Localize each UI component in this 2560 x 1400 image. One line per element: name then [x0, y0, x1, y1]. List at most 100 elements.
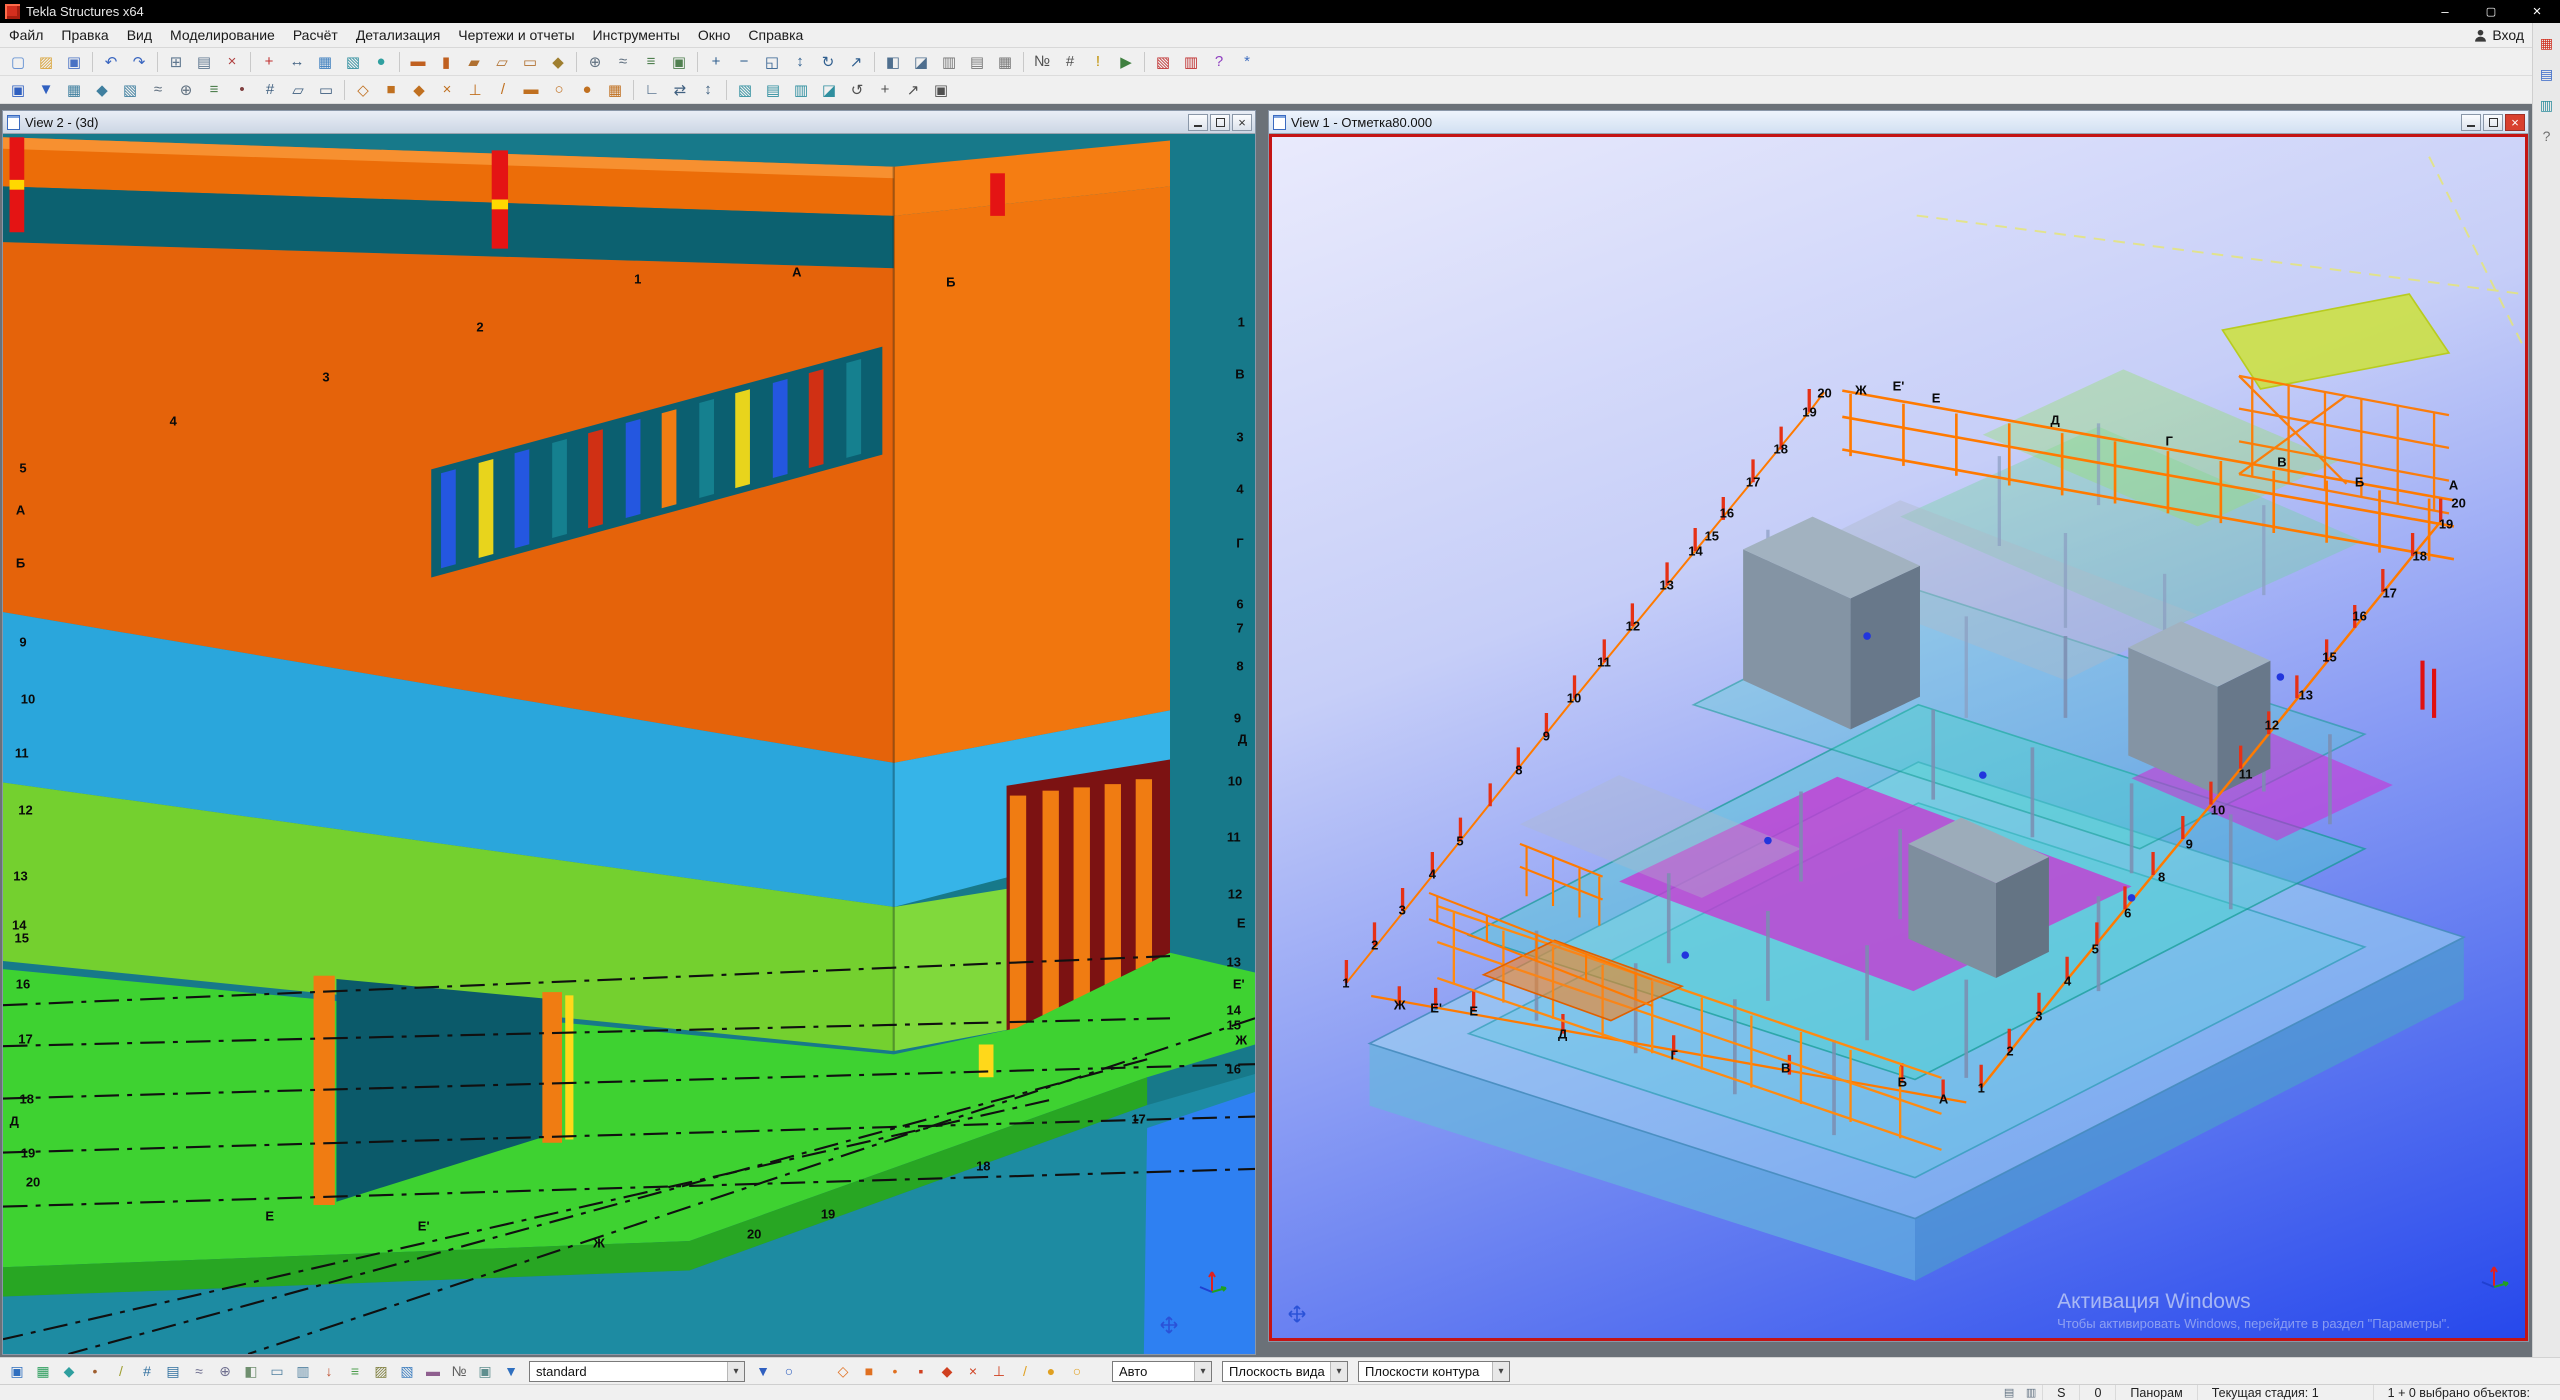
select-components-icon[interactable]: ◆: [89, 77, 115, 103]
view-plane-combo[interactable]: Плоскость вида ▾: [1222, 1361, 1348, 1382]
select-phases-icon[interactable]: №: [447, 1359, 471, 1383]
create-weld-icon[interactable]: ≈: [610, 49, 636, 75]
work-plane-handler-icon[interactable]: ◪: [816, 77, 842, 103]
window-close-button[interactable]: [2514, 0, 2560, 23]
smart-select-icon[interactable]: ▣: [928, 77, 954, 103]
create-beam-icon[interactable]: ▬: [405, 49, 431, 75]
menu-справка[interactable]: Справка: [739, 23, 812, 47]
window-maximize-button[interactable]: [2468, 0, 2514, 23]
clip-plane-icon[interactable]: ◧: [880, 49, 906, 75]
snap-perpendicular-icon[interactable]: ⊥: [987, 1359, 1011, 1383]
properties-pane-icon[interactable]: ▥: [2535, 93, 2559, 117]
create-view-icon[interactable]: ▧: [340, 49, 366, 75]
snap-intersections-icon[interactable]: ×: [434, 77, 460, 103]
select-planes-icon[interactable]: ▱: [285, 77, 311, 103]
paste-icon[interactable]: ▤: [191, 49, 217, 75]
snap-nearest-points-icon[interactable]: •: [883, 1359, 907, 1383]
rotate-view-icon[interactable]: ↻: [815, 49, 841, 75]
snap-endpoints-icon[interactable]: ■: [378, 77, 404, 103]
origin-symbol-icon[interactable]: +: [872, 77, 898, 103]
login-button[interactable]: Вход: [2474, 27, 2532, 43]
snap-free-icon[interactable]: ○: [1065, 1359, 1089, 1383]
select-loads-icon[interactable]: ↓: [317, 1359, 341, 1383]
xy-lock-icon[interactable]: ⇄: [667, 77, 693, 103]
view2-canvas[interactable]: 231АБ45АБ9101112131415161718Д19201В34Г67…: [3, 134, 1255, 1354]
snap-settings-icon[interactable]: ○: [777, 1359, 801, 1383]
copy-icon[interactable]: ⊞: [163, 49, 189, 75]
app-titlebar[interactable]: Tekla Structures x64: [0, 0, 2560, 23]
select-components-icon[interactable]: ◆: [57, 1359, 81, 1383]
coordinate-toggle-icon[interactable]: ↺: [844, 77, 870, 103]
report-icon[interactable]: ▦: [992, 49, 1018, 75]
fit-work-area-icon[interactable]: ◱: [759, 49, 785, 75]
snap-reference-icon[interactable]: ◇: [350, 77, 376, 103]
organizer-icon[interactable]: ▥: [1178, 49, 1204, 75]
inquiry-icon[interactable]: ?: [1206, 49, 1232, 75]
snap-perpendicular-icon[interactable]: ⊥: [462, 77, 488, 103]
drawing-list-icon[interactable]: ▤: [964, 49, 990, 75]
select-bolts-icon[interactable]: ⊕: [213, 1359, 237, 1383]
menu-чертежи-и-отчеты[interactable]: Чертежи и отчеты: [449, 23, 583, 47]
select-rebar-icon[interactable]: ≡: [343, 1359, 367, 1383]
clash-check-icon[interactable]: !: [1085, 49, 1111, 75]
select-assemblies-icon[interactable]: ▧: [395, 1359, 419, 1383]
select-cuts-icon[interactable]: ◧: [239, 1359, 263, 1383]
menu-файл[interactable]: Файл: [0, 23, 52, 47]
chevron-down-icon[interactable]: ▾: [1330, 1362, 1347, 1381]
select-filter-toggle-icon[interactable]: ▼: [499, 1359, 523, 1383]
snap-grid-lines-icon[interactable]: ▦: [602, 77, 628, 103]
snap-extension-lines-icon[interactable]: /: [1013, 1359, 1037, 1383]
numbering-icon[interactable]: #: [1057, 49, 1083, 75]
contour-planes-combo[interactable]: Плоскости контура ▾: [1358, 1361, 1510, 1382]
chevron-down-icon[interactable]: ▾: [1194, 1362, 1211, 1381]
view1-close-button[interactable]: [2505, 114, 2525, 131]
snap-intersections-icon[interactable]: ×: [961, 1359, 985, 1383]
chevron-down-icon[interactable]: ▾: [1492, 1362, 1509, 1381]
view2-minimize-button[interactable]: [1188, 114, 1208, 131]
snap-geometry-points-icon[interactable]: ■: [857, 1359, 881, 1383]
snap-centers-icon[interactable]: ○: [546, 77, 572, 103]
select-points-icon[interactable]: •: [83, 1359, 107, 1383]
task-manager-icon[interactable]: ▧: [1150, 49, 1176, 75]
select-similar-icon[interactable]: ▣: [473, 1359, 497, 1383]
select-grids-icon[interactable]: #: [257, 77, 283, 103]
phase-combo[interactable]: standard ▾: [529, 1361, 745, 1382]
select-drawings-icon[interactable]: ▥: [291, 1359, 315, 1383]
work-plane-icon[interactable]: ◪: [908, 49, 934, 75]
phase-manager-icon[interactable]: №: [1029, 49, 1055, 75]
message-log-icon[interactable]: ▤: [1999, 1384, 2019, 1400]
menu-правка[interactable]: Правка: [52, 23, 117, 47]
measure-icon[interactable]: ↔: [284, 49, 310, 75]
undo-icon[interactable]: ↶: [98, 49, 124, 75]
select-rebar-icon[interactable]: ≡: [201, 77, 227, 103]
select-parts-icon[interactable]: ▦: [61, 77, 87, 103]
component-catalog-icon[interactable]: ▣: [666, 49, 692, 75]
named-view-icon[interactable]: ▥: [788, 77, 814, 103]
select-parts-icon[interactable]: ▦: [31, 1359, 55, 1383]
create-column-icon[interactable]: ▮: [433, 49, 459, 75]
create-rebar-icon[interactable]: ≡: [638, 49, 664, 75]
new-model-icon[interactable]: ▢: [5, 49, 31, 75]
select-assemblies-icon[interactable]: ▧: [117, 77, 143, 103]
side-pane-icon[interactable]: ▤: [2535, 62, 2559, 86]
snap-midpoints-icon[interactable]: ◆: [935, 1359, 959, 1383]
snap-lines-icon[interactable]: /: [490, 77, 516, 103]
select-points-icon[interactable]: •: [229, 77, 255, 103]
select-tasks-icon[interactable]: ▬: [421, 1359, 445, 1383]
snap-any-icon[interactable]: ●: [574, 77, 600, 103]
help-pane-icon[interactable]: ?: [2535, 124, 2559, 148]
screenshot-icon[interactable]: ▥: [936, 49, 962, 75]
select-bolts-icon[interactable]: ⊕: [173, 77, 199, 103]
applications-and-components-icon[interactable]: ▦: [2535, 31, 2559, 55]
drag-and-drop-icon[interactable]: ↗: [900, 77, 926, 103]
macros-icon[interactable]: ▶: [1113, 49, 1139, 75]
select-views-icon[interactable]: ▭: [265, 1359, 289, 1383]
snap-edges-icon[interactable]: ▬: [518, 77, 544, 103]
view2-restore-button[interactable]: [1210, 114, 1230, 131]
render-options-icon[interactable]: ●: [368, 49, 394, 75]
zoom-out-icon[interactable]: −: [731, 49, 757, 75]
menu-моделирование[interactable]: Моделирование: [161, 23, 284, 47]
redo-icon[interactable]: ↷: [126, 49, 152, 75]
fly-icon[interactable]: ↗: [843, 49, 869, 75]
create-item-icon[interactable]: ◆: [545, 49, 571, 75]
